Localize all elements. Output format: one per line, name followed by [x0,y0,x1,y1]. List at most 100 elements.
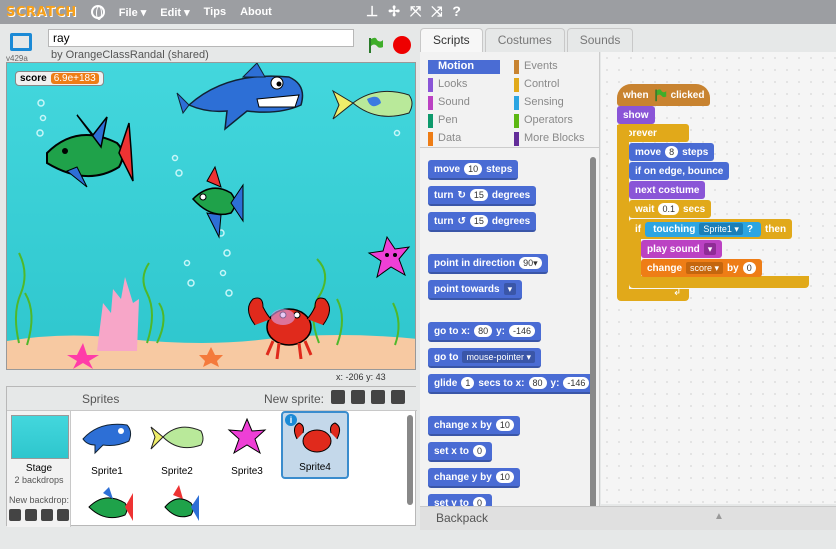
sprite-tile-sprite2[interactable]: Sprite2 [143,413,211,481]
block-go-to[interactable]: go to mouse-pointer ▾ [428,348,541,368]
block-input[interactable]: 15 [469,189,488,201]
block-label: set x to [434,445,470,457]
script-show[interactable]: show [617,106,655,124]
category-motion[interactable]: Motion [428,60,500,74]
block-turn-right[interactable]: turn ↻ 15 degrees [428,186,537,206]
block-label: wait [635,203,655,215]
sprite-tile-sprite3[interactable]: Sprite3 [213,413,281,481]
script-if[interactable]: if touching Sprite1 ▾ ? then [629,219,793,239]
shark-thumbnail [82,423,132,455]
block-input[interactable]: 10 [495,471,514,483]
block-turn-left[interactable]: turn ↺ 15 degrees [428,212,537,232]
camera-backdrop-icon[interactable] [57,509,69,521]
sprite-tile-fish-a[interactable] [73,481,141,549]
block-glide[interactable]: glide 1 secs to x: 80 y: -146 [428,374,596,394]
script-next-costume[interactable]: next costume [629,181,706,199]
category-sensing[interactable]: Sensing [514,96,564,110]
stage-selector[interactable]: Stage 2 backdrops New backdrop: [7,411,71,527]
category-events[interactable]: Events [514,60,558,74]
block-input[interactable]: 1 [461,377,475,389]
block-input[interactable]: 80 [528,377,547,389]
tab-costumes[interactable]: Costumes [484,28,565,52]
block-dropdown[interactable]: score ▾ [686,262,724,274]
script-play-sound[interactable]: play sound ▾ [641,240,723,258]
sprite-library-icon[interactable] [331,390,345,404]
block-change-y[interactable]: change y by 10 [428,468,520,488]
scratch-logo[interactable]: SCRATCH [6,5,77,20]
about-menu[interactable]: About [240,6,272,18]
block-dropdown[interactable]: mouse-pointer ▾ [462,351,535,363]
fullscreen-icon[interactable] [10,33,32,51]
green-flag-icon[interactable] [366,36,384,54]
block-input[interactable]: 10 [464,163,483,175]
category-operators[interactable]: Operators [514,114,573,128]
block-set-x[interactable]: set x to 0 [428,442,493,462]
help-icon[interactable]: ? [452,3,461,20]
block-input[interactable]: 0 [742,262,756,274]
small-fish-thumbnail [164,485,199,521]
script-when-flag-clicked[interactable]: when clicked [617,84,711,106]
cut-icon[interactable]: ✢ [388,3,400,20]
category-pen[interactable]: Pen [428,114,458,128]
expand-arrow-icon[interactable]: ▲ [714,511,724,522]
stop-icon[interactable] [393,36,411,54]
script-wait[interactable]: wait 0.1 secs [629,200,712,218]
category-control[interactable]: Control [514,78,559,92]
script-touching[interactable]: touching Sprite1 ▾ ? [645,221,761,237]
stamp-icon[interactable]: ⊥ [366,3,378,20]
block-input[interactable]: -146 [509,325,536,337]
category-more-blocks[interactable]: More Blocks [514,132,585,146]
tab-scripts[interactable]: Scripts [420,28,483,52]
block-dropdown[interactable]: Sprite1 ▾ [699,223,743,235]
block-input[interactable]: 8 [665,146,679,158]
category-data[interactable]: Data [428,132,461,146]
block-dropdown[interactable]: ▾ [703,243,717,255]
camera-sprite-icon[interactable] [391,390,405,404]
tab-sounds[interactable]: Sounds [566,28,634,52]
sprite-tile-fish-b[interactable] [143,481,211,549]
backpack-bar[interactable]: Backpack ▲ [420,506,836,530]
upload-backdrop-icon[interactable] [41,509,53,521]
script-move[interactable]: move 8 steps [629,143,715,161]
backdrop-library-icon[interactable] [9,509,21,521]
stage-canvas[interactable]: score 6.9e+183 [6,62,416,370]
sprite-tile-sprite4[interactable]: i Sprite4 [281,411,349,479]
category-sound[interactable]: Sound [428,96,470,110]
palette-scrollbar[interactable] [590,157,596,513]
paint-sprite-icon[interactable] [351,390,365,404]
sprites-scrollbar[interactable] [407,415,413,505]
project-title-input[interactable] [48,29,354,47]
block-input[interactable]: 15 [469,215,488,227]
block-input[interactable]: -146 [563,377,590,389]
block-input[interactable]: 10 [495,419,514,431]
author-label: by OrangeClassRandal (shared) [51,49,209,61]
block-point-towards[interactable]: point towards ▾ [428,280,523,300]
toolbar: ⊥ ✢ ⤧ ⤨ ? [366,3,461,20]
script-change-score[interactable]: change score ▾ by 0 [641,259,762,277]
block-input[interactable]: 0.1 [658,203,679,215]
block-input[interactable]: 0 [473,445,487,457]
block-input[interactable]: 90▾ [519,257,542,269]
loop-arrow-icon: ↲ [673,287,682,298]
block-label: change [647,262,683,274]
grow-icon[interactable]: ⤧ [410,3,421,20]
script-if-on-edge-bounce[interactable]: if on edge, bounce [629,162,730,180]
sprite-tile-sprite1[interactable]: Sprite1 [73,413,141,481]
block-change-x[interactable]: change x by 10 [428,416,520,436]
shrink-icon[interactable]: ⤨ [431,3,442,20]
paint-backdrop-icon[interactable] [25,509,37,521]
block-input[interactable]: 80 [474,325,493,337]
file-menu[interactable]: File ▾ [119,6,147,19]
stage-thumbnail[interactable] [11,415,69,459]
block-point-in-direction[interactable]: point in direction 90▾ [428,254,548,274]
edit-menu[interactable]: Edit ▾ [160,6,189,19]
category-looks[interactable]: Looks [428,78,467,92]
upload-sprite-icon[interactable] [371,390,385,404]
block-dropdown[interactable]: ▾ [503,283,517,295]
block-label: move [434,163,461,175]
globe-icon[interactable] [90,5,105,20]
block-go-to-xy[interactable]: go to x: 80 y: -146 [428,322,542,342]
tips-menu[interactable]: Tips [204,6,226,18]
block-move[interactable]: move 10 steps [428,160,519,180]
score-label: score [20,73,47,84]
